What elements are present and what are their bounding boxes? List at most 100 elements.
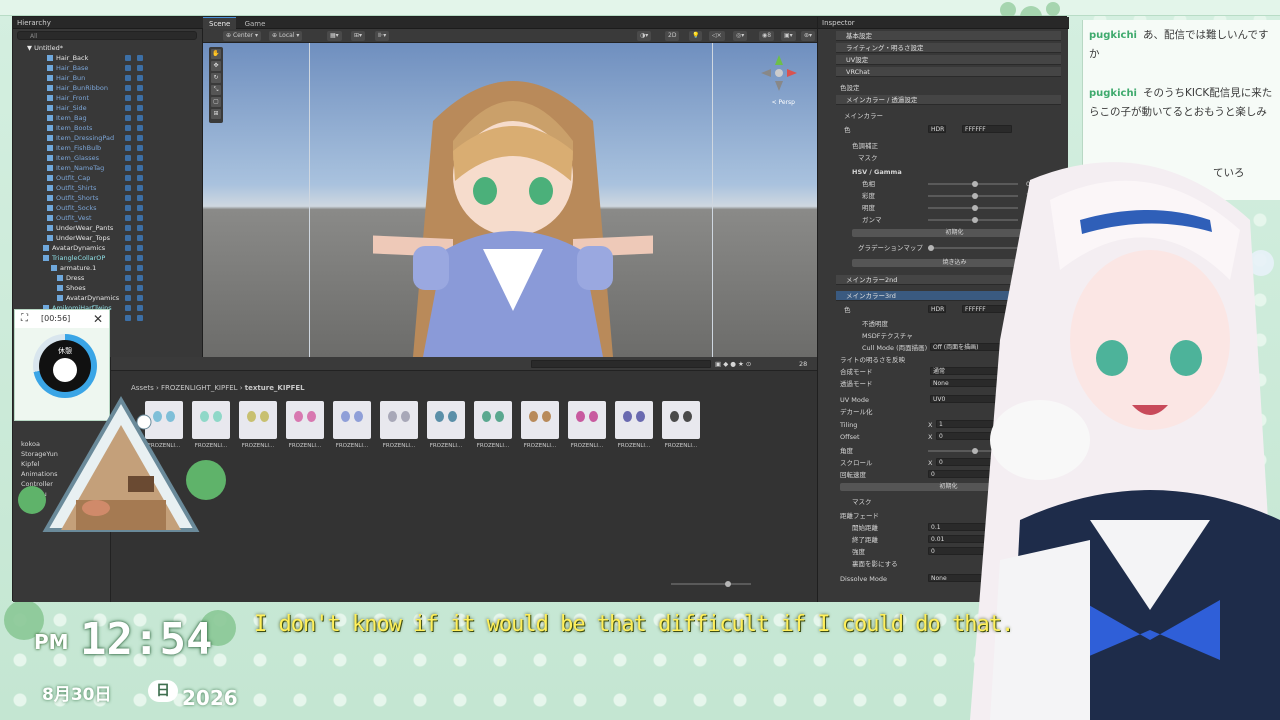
search-filter-icons[interactable]: ▣ ◆ ● ★ ⊙ bbox=[715, 359, 751, 369]
visibility-toggle-icon[interactable] bbox=[125, 265, 131, 271]
visibility-toggle-icon[interactable] bbox=[125, 135, 131, 141]
hierarchy-item[interactable]: Outfit_Shorts bbox=[13, 193, 203, 203]
visibility-toggle-icon[interactable] bbox=[125, 285, 131, 291]
pickable-toggle-icon[interactable] bbox=[137, 205, 143, 211]
pickable-toggle-icon[interactable] bbox=[137, 75, 143, 81]
move-tool-icon[interactable]: ✥ bbox=[211, 61, 221, 71]
hierarchy-item[interactable]: Hair_Front bbox=[13, 93, 203, 103]
pickable-toggle-icon[interactable] bbox=[137, 175, 143, 181]
persp-label[interactable]: < Persp bbox=[772, 99, 795, 106]
hidden-objects-icon[interactable]: ◉8 bbox=[759, 31, 775, 41]
pickable-toggle-icon[interactable] bbox=[137, 235, 143, 241]
visibility-toggle-icon[interactable] bbox=[125, 85, 131, 91]
pickable-toggle-icon[interactable] bbox=[137, 125, 143, 131]
visibility-toggle-icon[interactable] bbox=[125, 205, 131, 211]
pickable-toggle-icon[interactable] bbox=[137, 115, 143, 121]
gizmos-icon[interactable]: ⊛▾ bbox=[801, 31, 816, 41]
pickable-toggle-icon[interactable] bbox=[137, 255, 143, 261]
hierarchy-item[interactable]: TriangleCollarOP bbox=[13, 253, 203, 263]
hierarchy-item[interactable]: Outfit_Socks bbox=[13, 203, 203, 213]
visibility-toggle-icon[interactable] bbox=[125, 95, 131, 101]
pickable-toggle-icon[interactable] bbox=[137, 265, 143, 271]
visibility-toggle-icon[interactable] bbox=[125, 185, 131, 191]
visibility-toggle-icon[interactable] bbox=[125, 125, 131, 131]
hierarchy-scene-root[interactable]: ▼ Untitled* bbox=[13, 43, 203, 53]
hierarchy-item[interactable]: Hair_Back bbox=[13, 53, 203, 63]
section-main-color-transparency[interactable]: メインカラー / 透過設定 bbox=[836, 95, 1061, 105]
hdr-button[interactable]: HDR bbox=[928, 125, 946, 133]
breadcrumb-texture[interactable]: texture_KIPFEL bbox=[245, 384, 305, 392]
pickable-toggle-icon[interactable] bbox=[137, 305, 143, 311]
pickable-toggle-icon[interactable] bbox=[137, 285, 143, 291]
visibility-toggle-icon[interactable] bbox=[125, 215, 131, 221]
section-lighting[interactable]: ライティング・明るさ設定 bbox=[836, 43, 1061, 53]
shading-mode-icon[interactable]: ◑▾ bbox=[637, 31, 652, 41]
orientation-gizmo-icon[interactable] bbox=[759, 51, 799, 95]
visibility-toggle-icon[interactable] bbox=[125, 175, 131, 181]
texture-asset[interactable]: FROZENLI... bbox=[521, 401, 559, 457]
hierarchy-item[interactable]: Item_Bag bbox=[13, 113, 203, 123]
visibility-toggle-icon[interactable] bbox=[125, 315, 131, 321]
project-search-input[interactable] bbox=[531, 360, 711, 368]
section-vrchat[interactable]: VRChat bbox=[836, 67, 1061, 77]
pickable-toggle-icon[interactable] bbox=[137, 185, 143, 191]
texture-asset[interactable]: FROZENLI... bbox=[286, 401, 324, 457]
visibility-toggle-icon[interactable] bbox=[125, 195, 131, 201]
visibility-toggle-icon[interactable] bbox=[125, 75, 131, 81]
hierarchy-item[interactable]: Outfit_Cap bbox=[13, 173, 203, 183]
color-hex-field[interactable]: FFFFFF bbox=[962, 125, 1012, 133]
pivot-dropdown[interactable]: ⊕ Center ▾ bbox=[223, 31, 262, 41]
hierarchy-item[interactable]: armature.1 bbox=[13, 263, 203, 273]
toggle-2d-button[interactable]: 2D bbox=[665, 31, 680, 41]
texture-asset[interactable]: FROZENLI... bbox=[380, 401, 418, 457]
hierarchy-item[interactable]: Item_FishBulb bbox=[13, 143, 203, 153]
close-icon[interactable]: ✕ bbox=[93, 310, 103, 328]
hierarchy-item[interactable]: Outfit_Vest bbox=[13, 213, 203, 223]
rect-tool-icon[interactable]: ▢ bbox=[211, 97, 221, 107]
snap-icon[interactable]: ⊞▾ bbox=[351, 31, 366, 41]
visibility-toggle-icon[interactable] bbox=[125, 245, 131, 251]
pickable-toggle-icon[interactable] bbox=[137, 145, 143, 151]
hierarchy-item[interactable]: AvatarDynamics bbox=[13, 293, 203, 303]
pickable-toggle-icon[interactable] bbox=[137, 315, 143, 321]
visibility-toggle-icon[interactable] bbox=[125, 65, 131, 71]
texture-asset[interactable]: FROZENLI... bbox=[615, 401, 653, 457]
pickable-toggle-icon[interactable] bbox=[137, 55, 143, 61]
pickable-toggle-icon[interactable] bbox=[137, 225, 143, 231]
hierarchy-item[interactable]: Dress bbox=[13, 273, 203, 283]
lighting-icon[interactable]: 💡 bbox=[689, 31, 703, 41]
asset-size-slider[interactable] bbox=[671, 581, 751, 587]
grid-icon[interactable]: ▦▾ bbox=[327, 31, 342, 41]
visibility-toggle-icon[interactable] bbox=[125, 145, 131, 151]
visibility-toggle-icon[interactable] bbox=[125, 255, 131, 261]
section-basic[interactable]: 基本設定 bbox=[836, 31, 1061, 41]
pickable-toggle-icon[interactable] bbox=[137, 155, 143, 161]
hierarchy-item[interactable]: Hair_Side bbox=[13, 103, 203, 113]
hierarchy-item[interactable]: UnderWear_Tops bbox=[13, 233, 203, 243]
section-uv[interactable]: UV設定 bbox=[836, 55, 1061, 65]
pickable-toggle-icon[interactable] bbox=[137, 215, 143, 221]
hierarchy-item[interactable]: Item_DressingPad bbox=[13, 133, 203, 143]
texture-asset[interactable]: FROZENLI... bbox=[427, 401, 465, 457]
transform-tool-icon[interactable]: ⊞ bbox=[211, 109, 221, 119]
visibility-toggle-icon[interactable] bbox=[125, 305, 131, 311]
camera-icon[interactable]: ▣▾ bbox=[781, 31, 796, 41]
tab-inspector[interactable]: Inspector bbox=[822, 19, 855, 27]
hierarchy-item[interactable]: Hair_Base bbox=[13, 63, 203, 73]
scene-viewport[interactable]: ✋ ✥ ↻ ⤡ ▢ ⊞ < Persp bbox=[203, 43, 817, 357]
pickable-toggle-icon[interactable] bbox=[137, 245, 143, 251]
visibility-toggle-icon[interactable] bbox=[125, 165, 131, 171]
visibility-toggle-icon[interactable] bbox=[125, 235, 131, 241]
texture-asset[interactable]: FROZENLI... bbox=[239, 401, 277, 457]
pickable-toggle-icon[interactable] bbox=[137, 295, 143, 301]
visibility-toggle-icon[interactable] bbox=[125, 155, 131, 161]
hierarchy-item[interactable]: Hair_BunRibbon bbox=[13, 83, 203, 93]
visibility-toggle-icon[interactable] bbox=[125, 275, 131, 281]
expand-icon[interactable]: ⛶ bbox=[21, 310, 28, 328]
pickable-toggle-icon[interactable] bbox=[137, 95, 143, 101]
increment-icon[interactable]: ⊪▾ bbox=[375, 31, 390, 41]
pickable-toggle-icon[interactable] bbox=[137, 275, 143, 281]
hierarchy-item[interactable]: Item_Glasses bbox=[13, 153, 203, 163]
tab-scene[interactable]: Scene bbox=[203, 17, 237, 29]
visibility-toggle-icon[interactable] bbox=[125, 105, 131, 111]
